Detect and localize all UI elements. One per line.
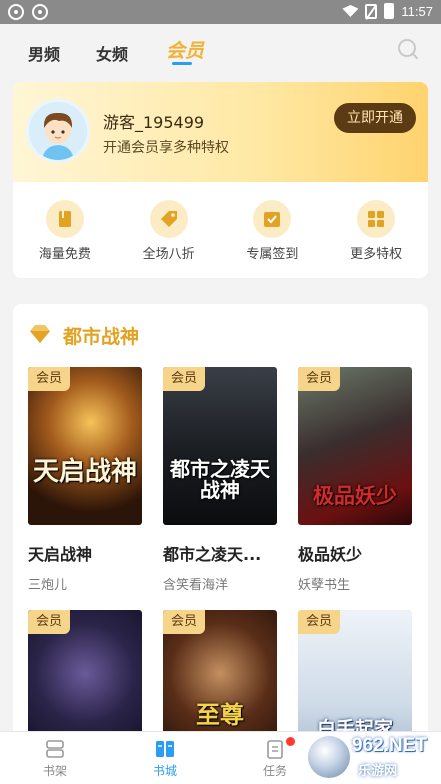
book-icon [58, 211, 71, 227]
book-section: 都市战神 会员 天启战神 天启战神 三炮儿 会员 都市之凌天战神 都市之凌天..… [13, 304, 428, 744]
watermark: 962.NET 乐游网 [308, 732, 438, 782]
cover-title: 都市之凌天战神 [170, 457, 270, 502]
nav-bookshelf[interactable]: 书架 [25, 738, 85, 779]
book-title: 极品妖少 [298, 545, 363, 564]
bookshelf-icon [46, 740, 64, 758]
tab-female[interactable]: 女频 [96, 41, 128, 65]
nav-label: 任务 [262, 764, 287, 778]
diamond-icon [30, 325, 50, 343]
active-tab-indicator [172, 62, 192, 65]
book-cover[interactable]: 会员 都市之凌天战神 [163, 367, 277, 525]
checkin-icon [264, 212, 281, 227]
nav-bookstore[interactable]: 书城 [135, 738, 195, 779]
tab-male[interactable]: 男频 [28, 41, 60, 65]
boy-avatar-icon [29, 102, 87, 160]
book-author: 三炮儿 [28, 578, 68, 593]
book-cover[interactable]: 会员 白手起家 [298, 610, 412, 744]
bookstore-icon [156, 741, 174, 757]
search-icon[interactable] [397, 38, 419, 60]
tab-vip[interactable]: 会员 [166, 36, 204, 63]
sync-notification-icon [8, 4, 24, 20]
vip-badge: 会员 [298, 367, 340, 391]
book-card[interactable]: 会员 白手起家 [298, 610, 412, 744]
vip-badge: 会员 [28, 610, 70, 634]
wifi-icon [342, 5, 359, 17]
grid-icon [368, 211, 385, 227]
vip-badge: 会员 [298, 610, 340, 634]
book-cover[interactable]: 会员 [28, 610, 142, 744]
book-author: 妖孽书生 [298, 578, 351, 593]
member-banner: 游客_195499 开通会员享多种特权 立即开通 [13, 82, 428, 182]
section-title: 都市战神 [63, 326, 140, 348]
book-title: 天启战神 [28, 545, 93, 564]
status-bar: 11:57 [0, 0, 441, 24]
book-card[interactable]: 会员 天启战神 天启战神 三炮儿 [28, 367, 142, 593]
no-sim-icon [365, 3, 378, 19]
perk-label: 专属签到 [246, 247, 299, 262]
book-cover[interactable]: 会员 天启战神 [28, 367, 142, 525]
book-card[interactable]: 会员 都市之凌天战神 都市之凌天... 含笑看海洋 [163, 367, 277, 593]
nav-tasks[interactable]: 任务 [245, 737, 305, 779]
member-card: 游客_195499 开通会员享多种特权 立即开通 海量免费 全场八折 专属签到 … [13, 82, 428, 278]
status-time: 11:57 [401, 3, 433, 19]
open-membership-button[interactable]: 立即开通 [334, 103, 416, 133]
perk-label: 全场八折 [142, 247, 195, 262]
book-card[interactable]: 会员 [28, 610, 142, 744]
vip-badge: 会员 [163, 367, 205, 391]
watermark-logo-icon [308, 736, 350, 778]
book-cover[interactable]: 会员 至尊 [163, 610, 277, 744]
perk-discount[interactable]: 全场八折 [117, 182, 221, 278]
book-card[interactable]: 会员 至尊 [163, 610, 277, 744]
cover-title: 天启战神 [32, 457, 137, 487]
top-tab-bar: 男频 女频 会员 [0, 24, 441, 74]
watermark-subtext: 乐游网 [358, 764, 398, 779]
username: 游客_195499 [103, 113, 205, 132]
battery-icon [384, 3, 395, 19]
app-notification-icon [32, 4, 48, 20]
perk-free[interactable]: 海量免费 [13, 182, 117, 278]
perk-list: 海量免费 全场八折 专属签到 更多特权 [13, 182, 428, 278]
nav-label: 书城 [152, 764, 177, 778]
avatar[interactable] [26, 99, 90, 163]
book-author: 含笑看海洋 [163, 578, 229, 593]
notification-dot [286, 737, 295, 746]
nav-label: 书架 [42, 764, 67, 778]
vip-badge: 会员 [28, 367, 70, 391]
book-cover[interactable]: 会员 极品妖少 [298, 367, 412, 525]
cover-title: 至尊 [196, 700, 244, 729]
perk-label: 更多特权 [350, 247, 403, 262]
task-clipboard-icon [267, 740, 283, 759]
book-card[interactable]: 会员 极品妖少 极品妖少 妖孽书生 [298, 367, 412, 593]
perk-label: 海量免费 [38, 247, 91, 262]
book-title: 都市之凌天... [163, 545, 262, 564]
perk-checkin[interactable]: 专属签到 [221, 182, 325, 278]
member-subtitle: 开通会员享多种特权 [103, 140, 229, 156]
vip-badge: 会员 [163, 610, 205, 634]
watermark-text: 962.NET [352, 735, 427, 756]
perk-more[interactable]: 更多特权 [324, 182, 428, 278]
cover-title: 极品妖少 [313, 483, 397, 508]
discount-tag-icon [160, 211, 177, 227]
